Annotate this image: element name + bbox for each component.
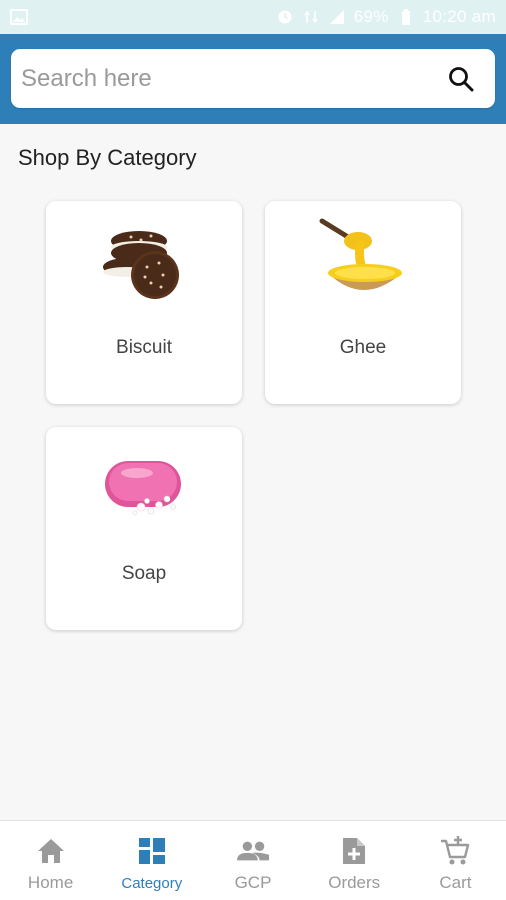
- category-label: Soap: [121, 563, 167, 584]
- status-bar: 69% 10:20 am: [0, 0, 506, 34]
- category-label: Biscuit: [116, 337, 172, 358]
- nav-label: Category: [121, 875, 183, 892]
- home-icon: [35, 835, 67, 867]
- category-card-soap[interactable]: Soap: [46, 427, 242, 630]
- battery-icon: [397, 9, 415, 25]
- header: [0, 34, 506, 124]
- clock: 10:20 am: [422, 7, 496, 26]
- signal-icon: [328, 9, 346, 25]
- orders-icon: [338, 835, 370, 867]
- status-right: 69% 10:20 am: [276, 7, 496, 27]
- status-left: [10, 9, 28, 25]
- battery-percentage: 69%: [353, 7, 389, 26]
- nav-item-home[interactable]: Home: [0, 821, 101, 900]
- category-card-biscuit[interactable]: Biscuit: [46, 201, 242, 404]
- search-input[interactable]: [21, 64, 421, 93]
- category-label: Ghee: [339, 337, 387, 358]
- nav-label: Orders: [328, 873, 381, 892]
- nav-item-cart[interactable]: Cart: [405, 821, 506, 900]
- category-card-ghee[interactable]: Ghee: [265, 201, 461, 404]
- bottom-nav: Home Category GCP Orders Cart: [0, 820, 506, 900]
- nav-label: Cart: [439, 873, 472, 892]
- cart-icon: [439, 835, 471, 867]
- nav-label: GCP: [234, 873, 272, 892]
- section-title: Shop By Category: [18, 145, 197, 170]
- nav-item-gcp[interactable]: GCP: [202, 821, 303, 900]
- search-bar[interactable]: [11, 49, 495, 108]
- search-icon[interactable]: [447, 65, 475, 93]
- network-icon: [302, 9, 320, 25]
- nav-item-orders[interactable]: Orders: [304, 821, 405, 900]
- biscuit-icon: [99, 215, 189, 305]
- category-icon: [136, 835, 168, 867]
- alarm-icon: [276, 9, 294, 25]
- people-icon: [237, 835, 269, 867]
- ghee-icon: [318, 215, 408, 305]
- nav-label: Home: [27, 873, 74, 892]
- nav-item-category[interactable]: Category: [101, 821, 202, 900]
- image-icon: [10, 9, 28, 25]
- soap-icon: [99, 441, 189, 531]
